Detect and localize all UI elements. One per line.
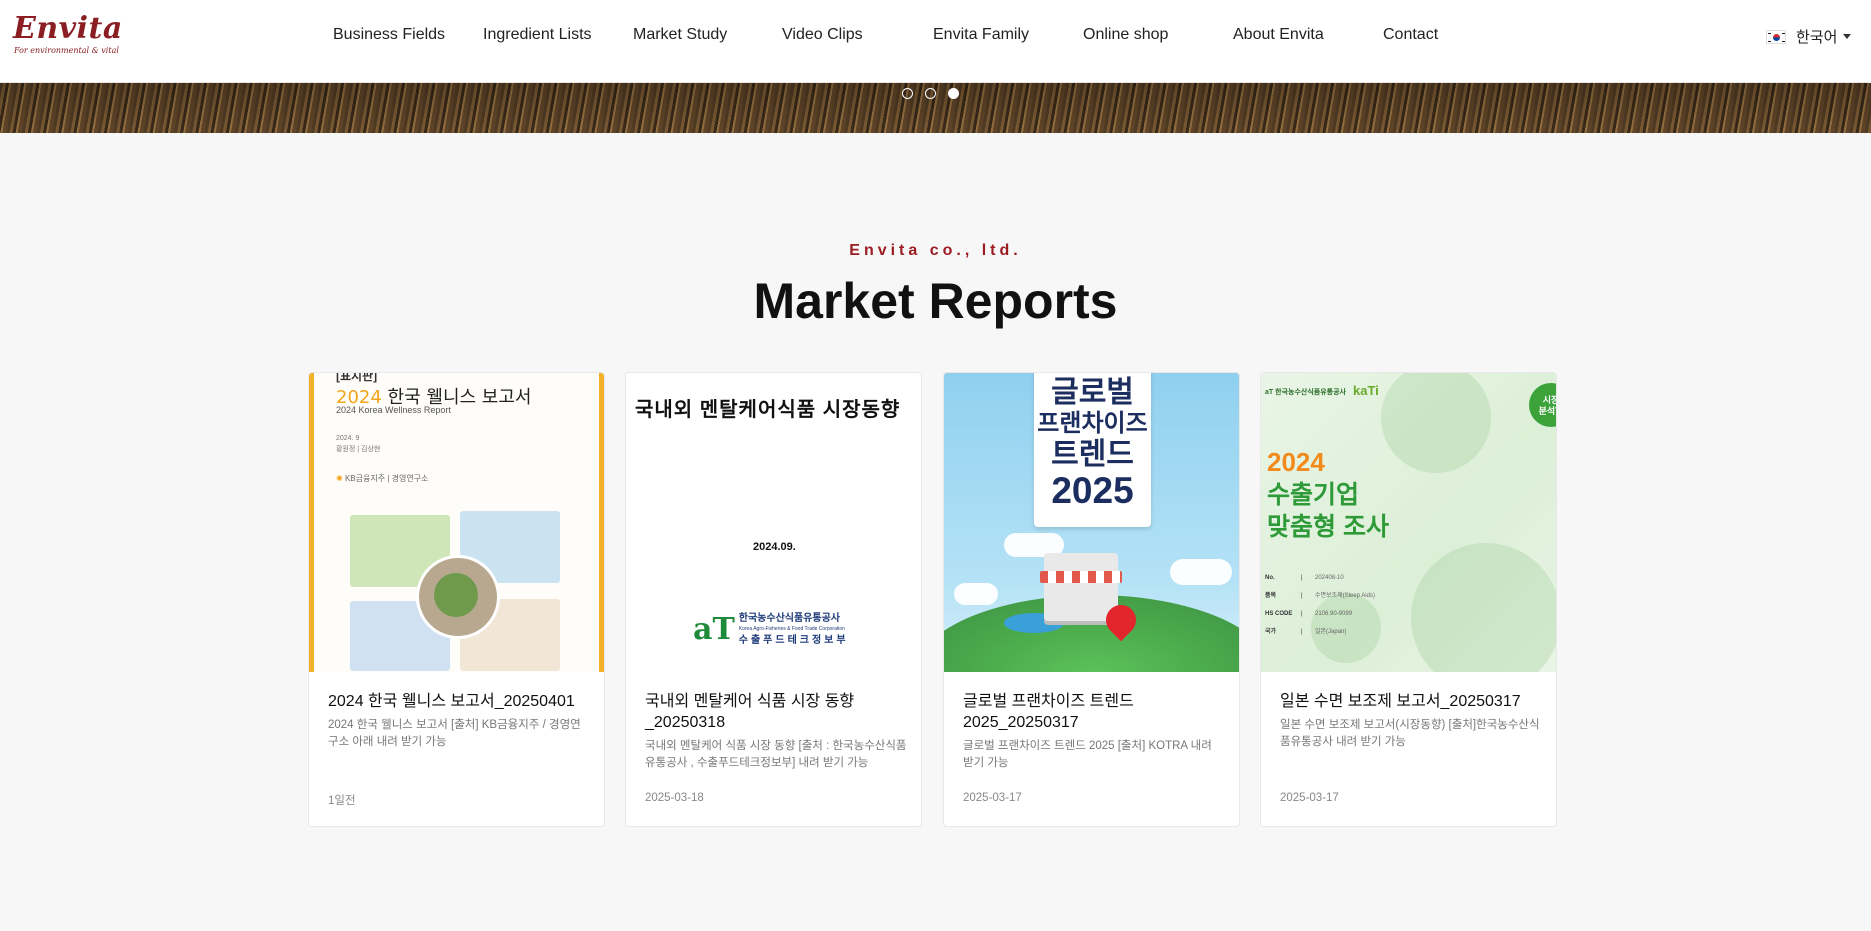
report-card[interactable]: 글로벌 프랜차이즈 트렌드 2025 글로벌 프랜차이즈 트렌드 2025_20… — [943, 372, 1240, 827]
nav-contact[interactable]: Contact — [1383, 26, 1438, 44]
carousel-dot-3[interactable] — [948, 88, 959, 99]
at-logo-icon: aT — [1265, 389, 1274, 396]
report-description: 국내외 멘탈케어 식품 시장 동향 [출처 : 한국농수산식품유통공사 , 수출… — [645, 740, 907, 769]
language-label: 한국어 — [1796, 29, 1838, 46]
logo-wordmark: Envita — [13, 11, 123, 46]
report-cover-image: 글로벌 프랜차이즈 트렌드 2025 — [944, 373, 1239, 672]
carousel-dots — [902, 88, 959, 99]
cover-poster: 글로벌 프랜차이즈 트렌드 2025 — [1034, 373, 1151, 527]
cover-meta-date: 2024. 9 — [336, 435, 360, 442]
cover-meta-key: No. — [1265, 575, 1275, 581]
cover-meta-value: 202408-10 — [1315, 575, 1344, 581]
cover-subtitle: 2024 Korea Wellness Report — [336, 405, 451, 415]
language-selector[interactable]: 한국어 — [1766, 26, 1852, 47]
carousel-dot-1[interactable] — [902, 88, 913, 99]
nav-market-study[interactable]: Market Study — [633, 26, 727, 44]
cover-meta: 2024. 9 황원정 | 김상현 — [336, 433, 380, 455]
cover-meta-value: 수면보조제(Sleep Aids) — [1315, 593, 1375, 599]
cover-date: 2024.09. — [753, 541, 796, 553]
cover-meta-value: 일본(Japan) — [1315, 629, 1347, 635]
report-card[interactable]: aT 한국농수산식품유통공사 kaTi 시장분석형 2024 수출기업맞춤형 조… — [1260, 372, 1557, 827]
cover-heading-line-1: 수출기업 — [1267, 481, 1360, 509]
cover-meta-key: HS CODE — [1265, 611, 1293, 617]
cover-meta-authors: 황원정 | 김상현 — [336, 446, 381, 453]
section-title: Market Reports — [753, 273, 1118, 329]
wellness-illustration — [350, 511, 562, 671]
envita-logo[interactable]: Envita For environmental & vital — [13, 14, 123, 60]
chevron-down-icon — [1843, 34, 1852, 39]
cover-meta-value: 2106.90-9099 — [1315, 611, 1353, 617]
cover-org-name: 한국농수산식품유통공사 — [1275, 389, 1346, 396]
report-date: 1일전 — [328, 795, 356, 807]
cover-org: ✺ KB금융지주 | 경영연구소 — [336, 473, 428, 484]
report-cover-image: [표지판] 2024 한국 웰니스 보고서 2024 Korea Wellnes… — [309, 373, 604, 672]
report-title[interactable]: 일본 수면 보조제 보고서_20250317 — [1280, 691, 1540, 712]
report-title[interactable]: 2024 한국 웰니스 보고서_20250401 — [328, 691, 588, 712]
report-card[interactable]: 국내외 멘탈케어식품 시장동향 2024.09. aT 한국농수산식품유통공사 … — [625, 372, 922, 827]
cover-heading-line-2: 맞춤형 조사 — [1267, 513, 1389, 541]
cover-year: 2024 — [1267, 447, 1325, 477]
nav-online-shop[interactable]: Online shop — [1083, 26, 1168, 44]
nav-envita-family[interactable]: Envita Family — [933, 26, 1029, 44]
cover-heading: 수출기업맞춤형 조사 — [1267, 479, 1389, 543]
cover-line-3: 트렌드 — [1051, 438, 1134, 471]
cover-badge-line-2: 분석형 — [1538, 406, 1556, 416]
report-description: 글로벌 프랜차이즈 트렌드 2025 [출처] KOTRA 내려 받기 가능 — [963, 740, 1212, 769]
cover-year: 2025 — [1051, 470, 1134, 511]
at-org-name: 한국농수산식품유통공사 — [738, 613, 840, 624]
at-org-text: 한국농수산식품유통공사 Korea Agro-Fisheries & Food … — [739, 613, 849, 646]
cover-org-suffix: | 경영연구소 — [387, 474, 429, 483]
report-cover-image: 국내외 멘탈케어식품 시장동향 2024.09. aT 한국농수산식품유통공사 … — [626, 373, 921, 672]
report-description: 2024 한국 웰니스 보고서 [출처] KB금융지주 / 경영연구소 아래 내… — [328, 719, 581, 748]
at-org-logo: aT 한국농수산식품유통공사 Korea Agro-Fisheries & Fo… — [693, 613, 849, 646]
report-cover-image: aT 한국농수산식품유통공사 kaTi 시장분석형 2024 수출기업맞춤형 조… — [1261, 373, 1556, 672]
cover-meta-table: No. | 202408-10 품목 | 수면보조제(Sleep Aids) HS CO… — [1265, 569, 1375, 641]
logo-tagline: For environmental & vital — [14, 46, 119, 55]
cover-org: aT 한국농수산식품유통공사 — [1265, 387, 1346, 397]
cover-badge-line-1: 시장 — [1542, 395, 1556, 405]
cover-badge: 시장분석형 — [1529, 383, 1556, 427]
report-date: 2025-03-18 — [645, 792, 704, 804]
site-header: Envita For environmental & vital Busines… — [0, 0, 1871, 83]
cover-line-1: 글로벌 — [1051, 376, 1134, 409]
report-description: 일본 수면 보조제 보고서(시장동향) [출처]한국농수산식품유통공사 내려 받… — [1280, 719, 1540, 748]
nav-ingredient-lists[interactable]: Ingredient Lists — [483, 26, 592, 44]
report-card[interactable]: [표지판] 2024 한국 웰니스 보고서 2024 Korea Wellnes… — [308, 372, 605, 827]
cover-org-name: KB금융지주 — [344, 474, 386, 483]
nav-business-fields[interactable]: Business Fields — [333, 26, 445, 44]
nav-about-envita[interactable]: About Envita — [1233, 26, 1324, 44]
section-eyebrow: Envita co., ltd. — [849, 242, 1022, 259]
at-org-dept: 수출푸드테크정보부 — [738, 635, 849, 646]
storefront-illustration — [1044, 553, 1118, 621]
cover-meta-key: 국가 — [1265, 629, 1277, 635]
cover-line-2: 프랜차이즈 — [1037, 410, 1148, 437]
kb-logo-icon: ✺ — [336, 474, 343, 483]
cover-meta-key: 품목 — [1265, 593, 1277, 599]
at-logo-icon: aT — [693, 611, 735, 647]
korea-flag-icon — [1766, 29, 1786, 44]
report-date: 2025-03-17 — [963, 792, 1022, 804]
at-org-en: Korea Agro-Fisheries & Food Trade Corpor… — [738, 626, 845, 632]
carousel-dot-2[interactable] — [925, 88, 936, 99]
report-date: 2025-03-17 — [1280, 792, 1339, 804]
report-title[interactable]: 글로벌 프랜차이즈 트렌드 2025_20250317 — [963, 691, 1223, 733]
report-title[interactable]: 국내외 멘탈케어 식품 시장 동향_20250318 — [645, 691, 905, 733]
nav-video-clips[interactable]: Video Clips — [782, 26, 863, 44]
kati-logo: kaTi — [1353, 383, 1379, 398]
cover-heading: 국내외 멘탈케어식품 시장동향 — [635, 399, 901, 421]
